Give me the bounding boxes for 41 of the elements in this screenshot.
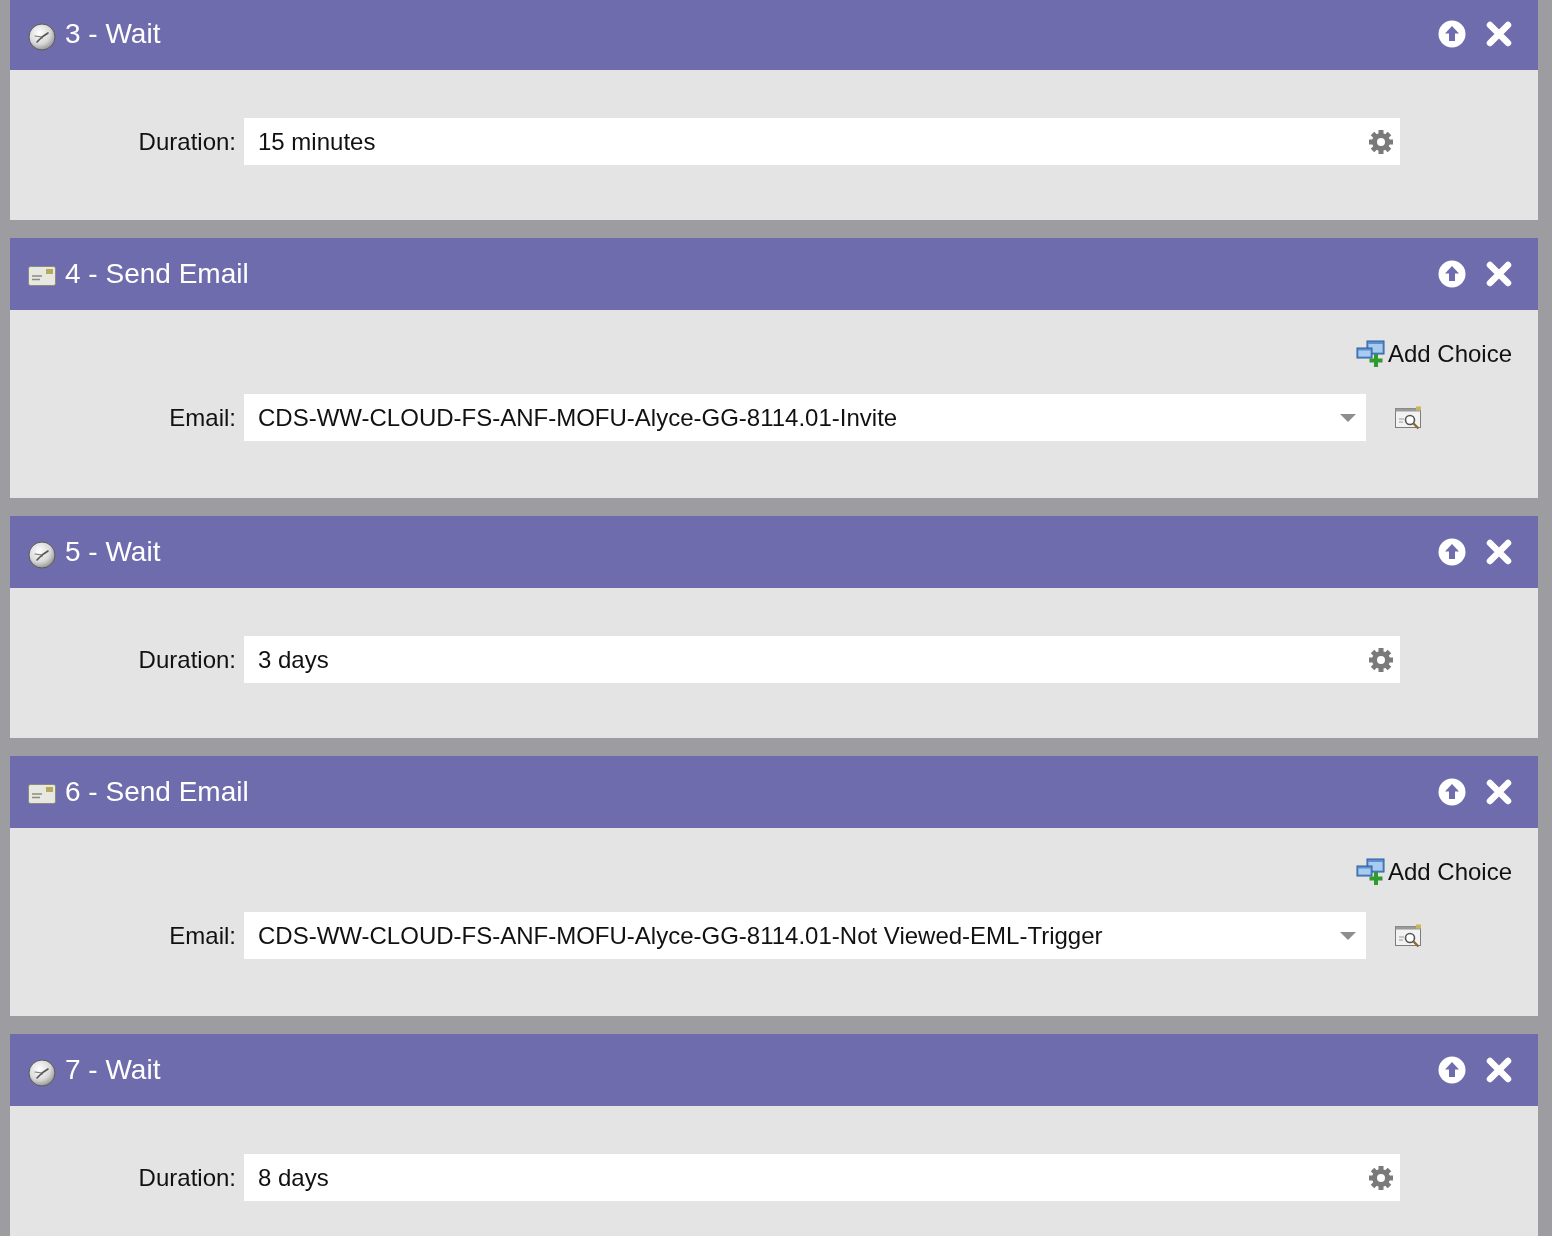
move-up-icon[interactable] <box>1438 1056 1466 1084</box>
caret-icon <box>1340 413 1356 422</box>
field-label: Duration: <box>137 127 236 156</box>
settings-icon[interactable] <box>1368 1164 1394 1191</box>
field-label: Email: <box>168 403 236 432</box>
move-up-icon[interactable] <box>1438 538 1466 566</box>
step-title: 7 - Wait <box>65 1053 161 1087</box>
close-icon[interactable] <box>1486 21 1512 47</box>
add-choice-button[interactable]: Add Choice <box>1355 856 1512 888</box>
email-dropdown[interactable]: CDS-WW-CLOUD-FS-ANF-MOFU-Alyce-GG-8114.01-Not Viewed-EML-Trigger <box>244 912 1366 959</box>
caret-icon <box>1340 931 1356 940</box>
duration-field[interactable]: 3 days <box>244 636 1400 683</box>
clock-icon <box>28 23 56 51</box>
envelope-icon <box>28 784 56 804</box>
step-title: 5 - Wait <box>65 535 161 569</box>
preview-icon[interactable] <box>1395 923 1423 948</box>
field-label: Duration: <box>137 1163 236 1192</box>
clock-icon <box>28 541 56 569</box>
move-up-icon[interactable] <box>1438 778 1466 806</box>
duration-field[interactable]: 15 minutes <box>244 118 1400 165</box>
field-label: Email: <box>168 921 236 950</box>
duration-field[interactable]: 8 days <box>244 1154 1400 1201</box>
email-dropdown[interactable]: CDS-WW-CLOUD-FS-ANF-MOFU-Alyce-GG-8114.01-Invite <box>244 394 1366 441</box>
close-icon[interactable] <box>1486 779 1512 805</box>
add-choice-button[interactable]: Add Choice <box>1355 338 1512 370</box>
add-choice-icon <box>1355 340 1386 368</box>
close-icon[interactable] <box>1486 261 1512 287</box>
preview-icon[interactable] <box>1395 405 1423 430</box>
step-title: 3 - Wait <box>65 17 161 51</box>
step-title: 4 - Send Email <box>65 257 249 291</box>
settings-icon[interactable] <box>1368 128 1394 155</box>
move-up-icon[interactable] <box>1438 20 1466 48</box>
field-label: Duration: <box>137 645 236 674</box>
move-up-icon[interactable] <box>1438 260 1466 288</box>
add-choice-icon <box>1355 858 1386 886</box>
step-title: 6 - Send Email <box>65 775 249 809</box>
close-icon[interactable] <box>1486 539 1512 565</box>
close-icon[interactable] <box>1486 1057 1512 1083</box>
envelope-icon <box>28 266 56 286</box>
clock-icon <box>28 1059 56 1087</box>
settings-icon[interactable] <box>1368 646 1394 673</box>
